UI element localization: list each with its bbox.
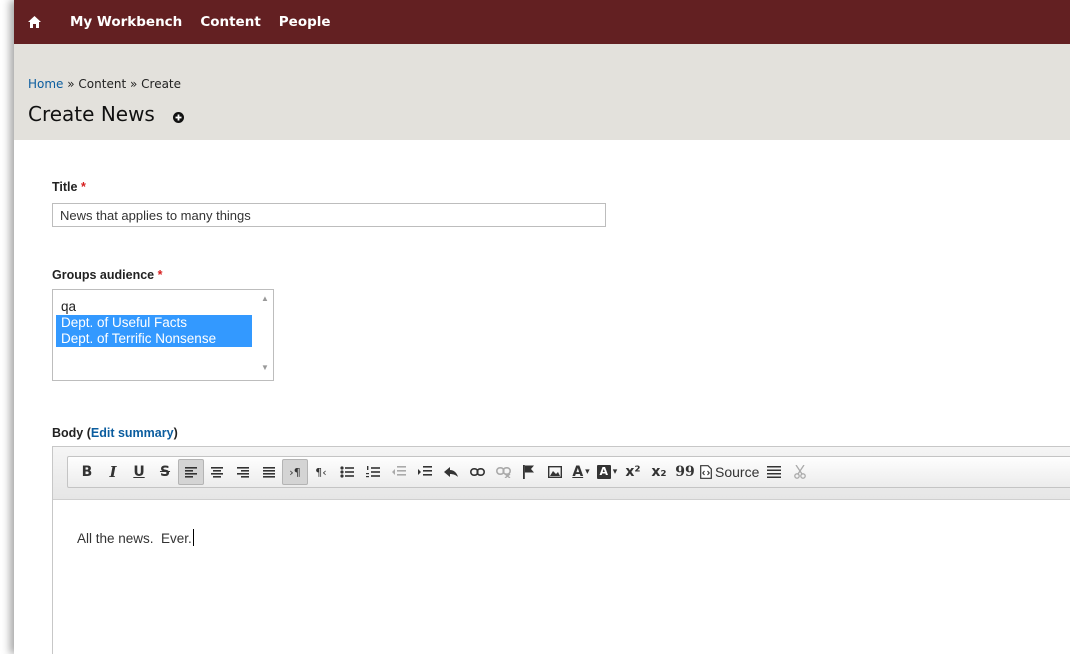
breadcrumb-home-link[interactable]: Home xyxy=(28,77,63,91)
numbered-list-icon xyxy=(366,466,380,478)
justify-button[interactable] xyxy=(256,459,282,485)
source-button[interactable]: Source xyxy=(698,459,761,485)
bulleted-list-button[interactable] xyxy=(334,459,360,485)
image-icon xyxy=(548,466,562,478)
scroll-up-icon[interactable]: ▲ xyxy=(261,294,269,303)
outdent-icon xyxy=(392,466,406,476)
unlink-icon xyxy=(495,466,511,478)
chevron-down-icon: ▾ xyxy=(612,467,618,477)
blockquote-icon: 99 xyxy=(675,464,695,480)
background-color-button[interactable]: A ▾ xyxy=(594,459,620,485)
horizontal-rule-button[interactable] xyxy=(761,459,787,485)
align-right-icon xyxy=(237,466,249,478)
editor-toolbar-group: B I U S › ¶ ¶ ‹ A ▾ A ▾ x² x₂ 99 Source xyxy=(67,456,1070,488)
link-icon xyxy=(469,467,485,477)
unlink-button[interactable] xyxy=(490,459,516,485)
anchor-button[interactable] xyxy=(516,459,542,485)
select-option-useful-facts[interactable]: Dept. of Useful Facts xyxy=(56,315,252,331)
link-button[interactable] xyxy=(464,459,490,485)
title-input[interactable] xyxy=(52,203,606,227)
flag-icon xyxy=(523,465,534,479)
select-scrollbar[interactable]: ▲ ▼ xyxy=(257,290,273,380)
image-button[interactable] xyxy=(542,459,568,485)
app-window: My Workbench Content People Home » Conte… xyxy=(14,0,1070,654)
page-title: Create News xyxy=(28,100,184,128)
background-color-icon: A xyxy=(596,465,611,479)
align-center-icon xyxy=(211,466,223,478)
numbered-list-button[interactable] xyxy=(360,459,386,485)
body-label: Body (Edit summary) xyxy=(52,426,178,440)
scissors-icon xyxy=(794,465,807,479)
italic-button[interactable]: I xyxy=(100,459,126,485)
title-label: Title * xyxy=(52,180,86,194)
cut-button[interactable] xyxy=(787,459,813,485)
rtl-icon: ‹ xyxy=(322,465,327,479)
underline-button[interactable]: U xyxy=(126,459,152,485)
undo-icon xyxy=(444,467,458,477)
editor-toolbar: B I U S › ¶ ¶ ‹ A ▾ A ▾ x² x₂ 99 Source xyxy=(53,447,1070,500)
page-header: Home » Content » Create Create News xyxy=(14,44,1070,140)
home-icon[interactable] xyxy=(14,0,54,44)
admin-toolbar: My Workbench Content People xyxy=(14,0,1070,44)
justify-icon xyxy=(263,466,275,478)
indent-button[interactable] xyxy=(412,459,438,485)
required-marker: * xyxy=(157,268,163,282)
body-text: All the news. Ever. xyxy=(77,531,192,546)
align-left-button[interactable] xyxy=(178,459,204,485)
align-right-button[interactable] xyxy=(230,459,256,485)
add-shortcut-icon[interactable] xyxy=(172,104,184,128)
superscript-icon: x² xyxy=(625,464,641,480)
subscript-button[interactable]: x₂ xyxy=(646,459,672,485)
breadcrumb: Home » Content » Create xyxy=(28,77,181,91)
bold-icon: B xyxy=(81,464,93,480)
scroll-down-icon[interactable]: ▼ xyxy=(261,363,269,372)
text-color-button[interactable]: A ▾ xyxy=(568,459,594,485)
blockquote-button[interactable]: 99 xyxy=(672,459,698,485)
breadcrumb-separator: » xyxy=(63,77,79,91)
editor-content[interactable]: All the news. Ever. xyxy=(77,529,194,546)
page-title-text: Create News xyxy=(28,102,155,126)
select-option-qa[interactable]: qa xyxy=(56,299,252,315)
breadcrumb-create: Create xyxy=(141,77,182,91)
ltr-button[interactable]: › ¶ xyxy=(282,459,308,485)
breadcrumb-content: Content xyxy=(78,77,127,91)
toolbar-my-workbench[interactable]: My Workbench xyxy=(70,14,182,30)
underline-icon: U xyxy=(133,464,145,480)
align-left-icon xyxy=(185,466,197,478)
body-editor: B I U S › ¶ ¶ ‹ A ▾ A ▾ x² x₂ 99 Source … xyxy=(52,446,1070,654)
strikethrough-icon: S xyxy=(159,464,171,480)
outdent-button[interactable] xyxy=(386,459,412,485)
groups-audience-label-text: Groups audience xyxy=(52,268,155,282)
chevron-down-icon: ▾ xyxy=(585,467,590,477)
indent-icon xyxy=(418,466,432,476)
source-label: Source xyxy=(715,464,760,480)
toolbar-people[interactable]: People xyxy=(279,14,331,30)
align-center-button[interactable] xyxy=(204,459,230,485)
body-label-text: Body ( xyxy=(52,426,91,440)
strikethrough-button[interactable]: S xyxy=(152,459,178,485)
text-color-icon: A xyxy=(572,464,584,480)
undo-button[interactable] xyxy=(438,459,464,485)
bulleted-list-icon xyxy=(340,466,354,478)
groups-audience-label: Groups audience * xyxy=(52,268,162,282)
horizontal-rule-icon xyxy=(767,466,782,478)
superscript-button[interactable]: x² xyxy=(620,459,646,485)
subscript-icon: x₂ xyxy=(651,464,667,480)
bold-button[interactable]: B xyxy=(74,459,100,485)
groups-audience-select[interactable]: qa Dept. of Useful Facts Dept. of Terrif… xyxy=(52,289,274,381)
italic-icon: I xyxy=(109,463,117,481)
source-icon xyxy=(700,465,712,479)
breadcrumb-separator: » xyxy=(126,77,142,91)
required-marker: * xyxy=(80,180,86,194)
body-label-close: ) xyxy=(173,426,178,440)
toolbar-content[interactable]: Content xyxy=(200,14,260,30)
select-option-terrific-nonsense[interactable]: Dept. of Terrific Nonsense xyxy=(56,331,252,347)
title-label-text: Title xyxy=(52,180,78,194)
edit-summary-link[interactable]: Edit summary xyxy=(91,426,174,440)
text-caret xyxy=(192,529,194,546)
rtl-button[interactable]: ¶ ‹ xyxy=(308,459,334,485)
